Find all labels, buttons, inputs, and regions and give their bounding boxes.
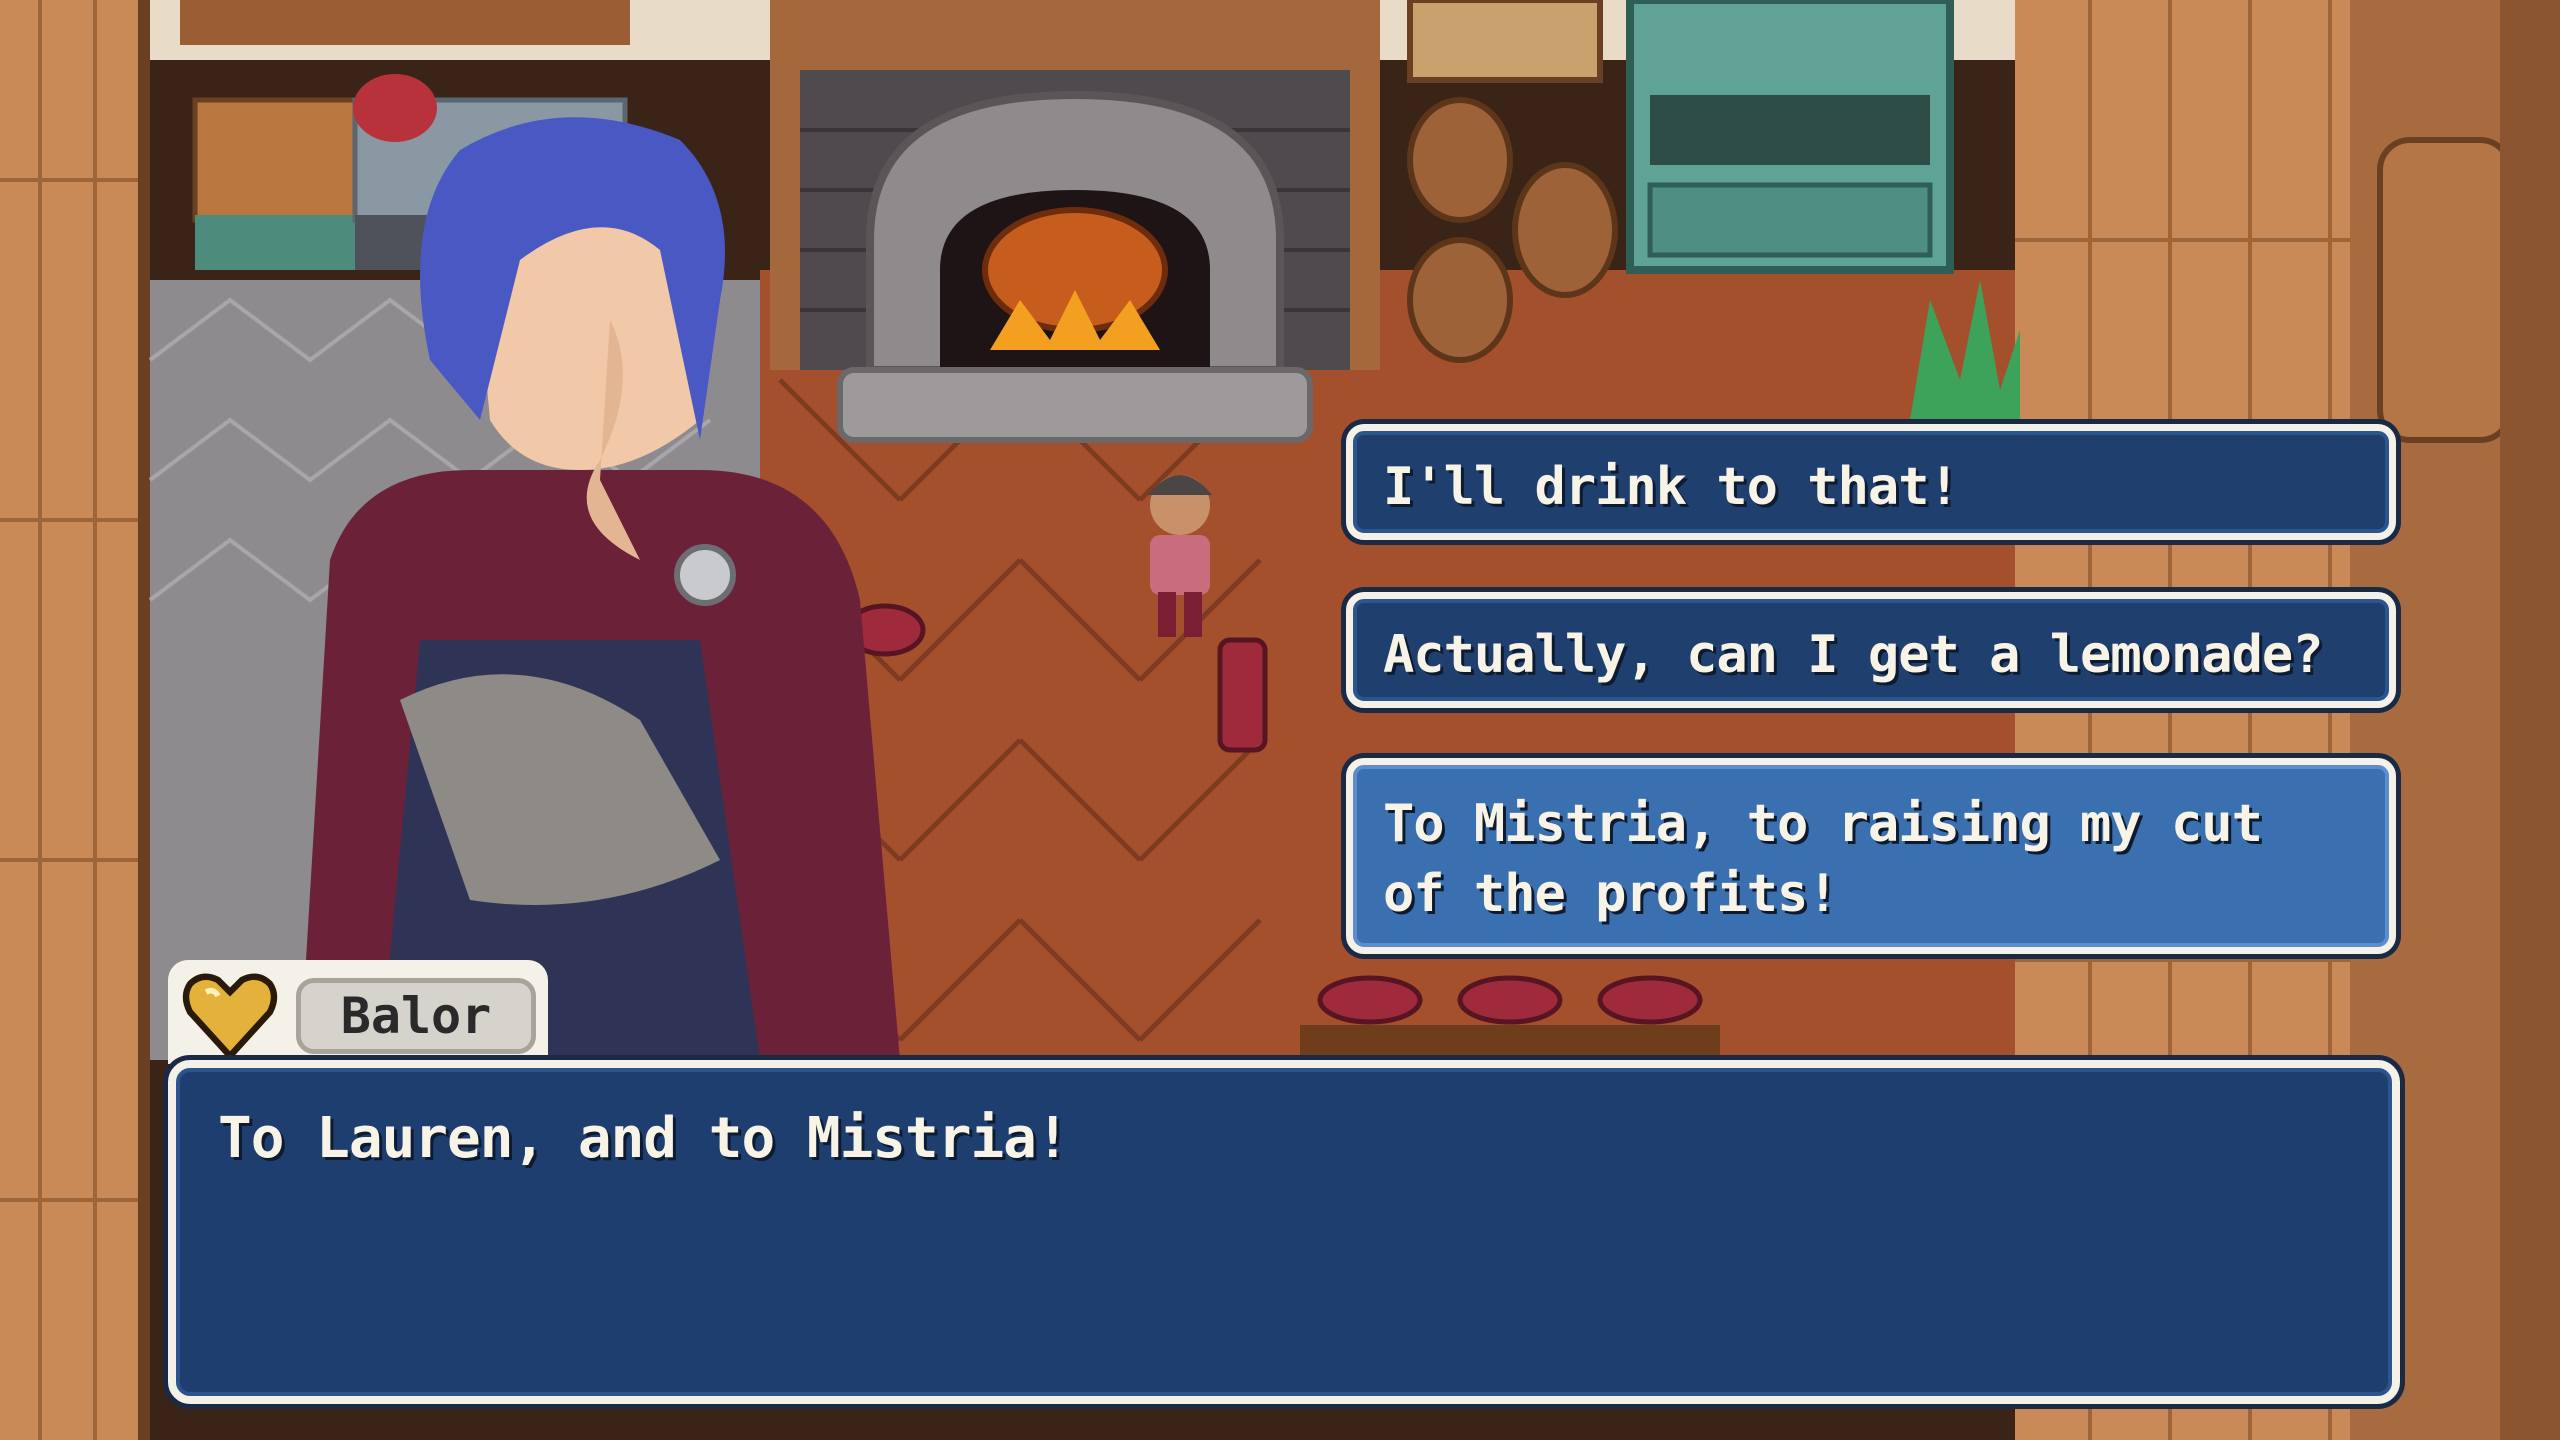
choice-option-1[interactable]: I'll drink to that! — [1346, 424, 2396, 540]
heart-icon — [182, 973, 278, 1060]
dialogue-text: To Lauren, and to Mistria! — [218, 1106, 1070, 1171]
dialogue-box[interactable]: To Lauren, and to Mistria! — [168, 1060, 2400, 1404]
left-wall — [0, 0, 145, 1440]
teapot — [353, 74, 437, 142]
fireplace-mantel — [770, 0, 1380, 80]
tavern-table — [1300, 1025, 1720, 1065]
kitchen-counter — [180, 0, 630, 45]
choice-option-3-selected[interactable]: To Mistria, to raising my cut of the pro… — [1346, 758, 2396, 954]
choice-option-3-line-1: To Mistria, to raising my cut — [1383, 794, 2263, 854]
speaker-name: Balor — [296, 978, 536, 1054]
choice-option-3-line-2: of the profits! — [1383, 864, 1839, 924]
speaker-tab: Balor — [168, 960, 548, 1064]
choice-option-2[interactable]: Actually, can I get a lemonade? — [1346, 592, 2396, 708]
choice-option-2-text: Actually, can I get a lemonade? — [1383, 625, 2324, 685]
choice-option-1-text: I'll drink to that! — [1383, 457, 1960, 517]
